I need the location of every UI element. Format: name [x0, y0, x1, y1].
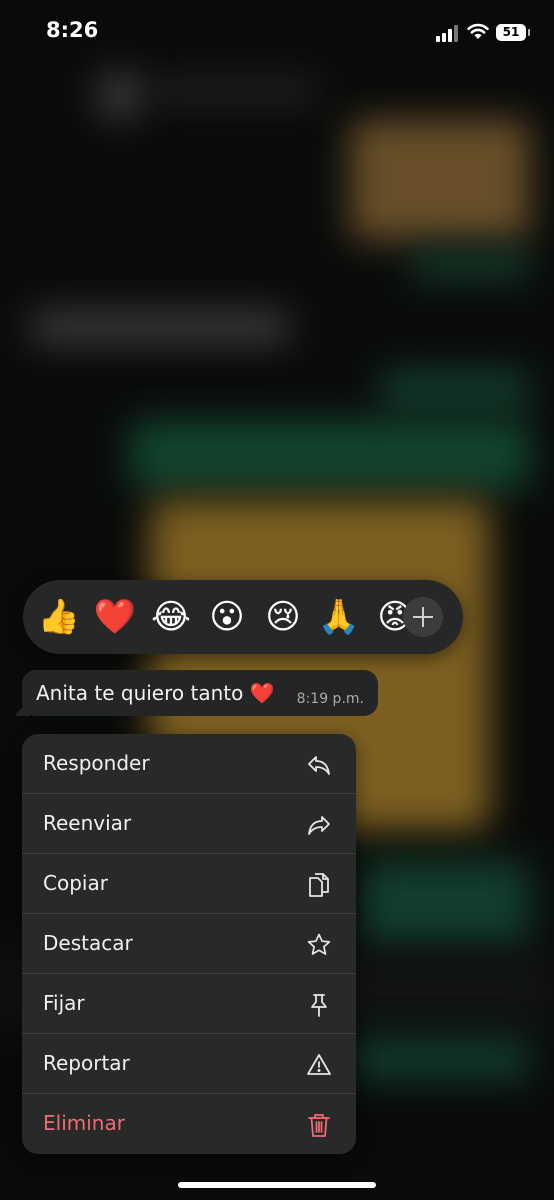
menu-item-report[interactable]: Reportar	[22, 1034, 356, 1094]
plus-icon[interactable]	[403, 597, 443, 637]
star-icon	[306, 932, 332, 958]
trash-icon	[306, 1112, 332, 1138]
battery-icon: 51	[496, 24, 530, 41]
menu-item-copy[interactable]: Copiar	[22, 854, 356, 914]
menu-item-label: Eliminar	[43, 1111, 125, 1135]
wifi-icon	[467, 22, 489, 44]
message-timestamp: 8:19 p.m.	[296, 691, 364, 707]
menu-item-label: Reenviar	[43, 811, 132, 835]
status-bar: 8:26 51	[0, 0, 554, 64]
menu-item-delete[interactable]: Eliminar	[22, 1094, 356, 1154]
warning-icon	[306, 1052, 332, 1078]
reaction-surprised[interactable]: 😮	[205, 597, 249, 637]
reaction-praying[interactable]: 🙏	[317, 597, 361, 637]
forward-icon	[306, 812, 332, 838]
reply-icon	[306, 752, 332, 778]
reaction-thumbs-up[interactable]: 👍	[37, 597, 81, 637]
menu-item-forward[interactable]: Reenviar	[22, 794, 356, 854]
message-bubble[interactable]: Anita te quiero tanto ❤️ 8:19 p.m.	[22, 670, 378, 716]
status-time: 8:26	[46, 18, 99, 42]
message-context-menu: Responder Reenviar Copiar Destacar Fijar…	[22, 734, 356, 1154]
menu-item-label: Copiar	[43, 871, 108, 895]
copy-icon	[306, 872, 332, 898]
menu-item-label: Destacar	[43, 931, 133, 955]
menu-item-label: Responder	[43, 751, 150, 775]
menu-item-label: Fijar	[43, 991, 85, 1015]
cellular-signal-icon	[436, 25, 458, 42]
pin-icon	[306, 992, 332, 1018]
reaction-laughing[interactable]: 😂	[149, 597, 193, 637]
menu-item-pin[interactable]: Fijar	[22, 974, 356, 1034]
reaction-crying[interactable]: 😢	[261, 597, 305, 637]
message-text: Anita te quiero tanto ❤️	[36, 681, 275, 705]
home-indicator[interactable]	[178, 1182, 376, 1188]
menu-item-star[interactable]: Destacar	[22, 914, 356, 974]
menu-item-label: Reportar	[43, 1051, 130, 1075]
reaction-heart[interactable]: ❤️	[93, 597, 137, 637]
reaction-bar: 👍 ❤️ 😂 😮 😢 🙏 😡	[23, 580, 463, 654]
menu-item-reply[interactable]: Responder	[22, 734, 356, 794]
